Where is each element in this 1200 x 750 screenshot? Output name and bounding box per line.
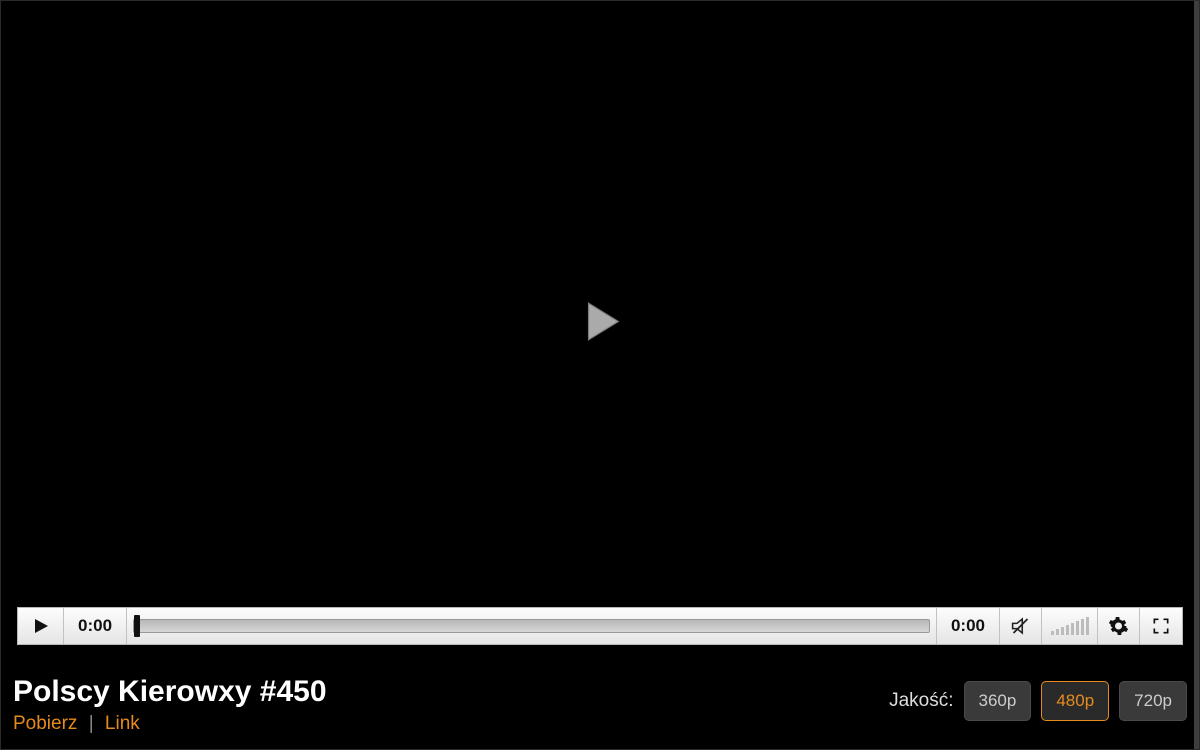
current-time: 0:00 xyxy=(64,608,127,644)
progress-bar[interactable] xyxy=(127,608,937,644)
scrollbar-thumb[interactable] xyxy=(1194,1,1199,749)
quality-option-480p[interactable]: 480p xyxy=(1041,681,1109,721)
video-links: Pobierz | Link xyxy=(13,713,327,735)
progress-handle[interactable] xyxy=(134,615,140,637)
download-link[interactable]: Pobierz xyxy=(13,713,77,734)
play-button[interactable] xyxy=(18,608,64,644)
duration-time: 0:00 xyxy=(937,608,1000,644)
video-title: Polscy Kierowxy #450 xyxy=(13,675,327,709)
page-scrollbar[interactable] xyxy=(1194,1,1199,749)
progress-track[interactable] xyxy=(133,619,930,633)
fullscreen-icon xyxy=(1151,616,1171,636)
gear-icon xyxy=(1108,615,1129,637)
fullscreen-button[interactable] xyxy=(1140,608,1182,644)
center-play-button[interactable] xyxy=(577,299,623,350)
video-control-bar: 0:00 0:00 xyxy=(17,607,1183,645)
video-info-bar: Polscy Kierowxy #450 Pobierz | Link Jako… xyxy=(13,675,1187,735)
mute-button[interactable] xyxy=(1000,608,1042,644)
quality-label: Jakość: xyxy=(889,690,953,712)
play-icon xyxy=(33,618,49,634)
volume-bars-icon xyxy=(1051,617,1089,635)
quality-selector: Jakość: 360p 480p 720p xyxy=(889,681,1187,721)
quality-option-360p[interactable]: 360p xyxy=(964,681,1032,721)
settings-button[interactable] xyxy=(1098,608,1140,644)
volume-slider[interactable] xyxy=(1042,608,1098,644)
video-player-area[interactable] xyxy=(9,9,1191,639)
share-link[interactable]: Link xyxy=(105,713,140,734)
play-icon xyxy=(577,299,623,345)
link-separator: | xyxy=(89,713,94,734)
quality-option-720p[interactable]: 720p xyxy=(1119,681,1187,721)
title-block: Polscy Kierowxy #450 Pobierz | Link xyxy=(13,675,327,735)
volume-muted-icon xyxy=(1010,615,1031,637)
